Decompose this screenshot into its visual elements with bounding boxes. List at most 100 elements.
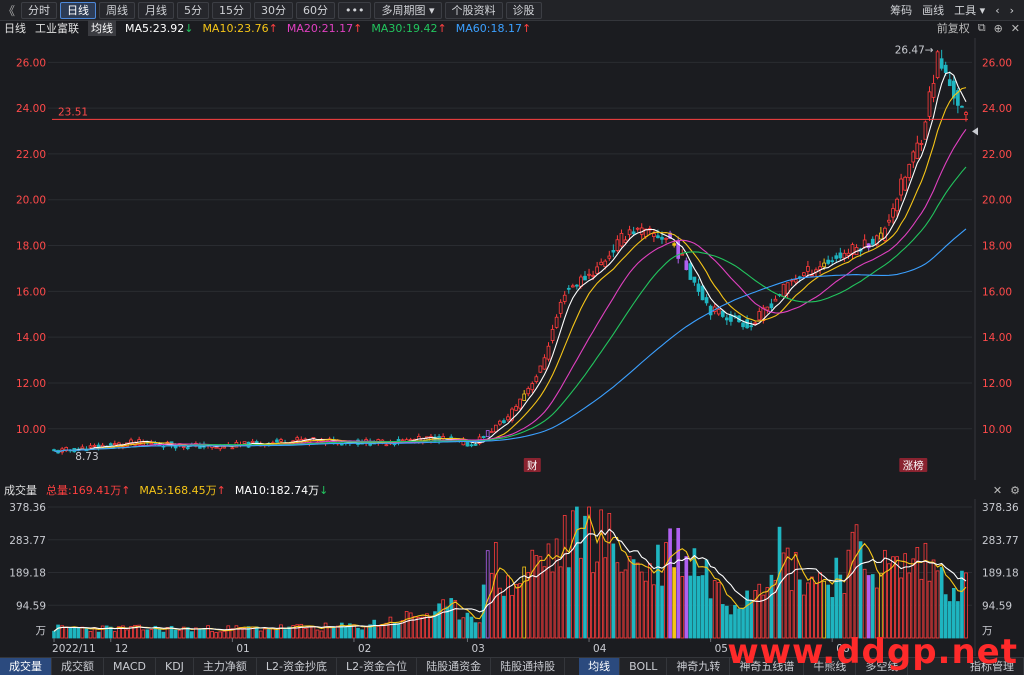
volume-bar [899, 577, 903, 639]
next-icon[interactable]: › [1010, 4, 1014, 17]
period-tab[interactable]: 分时 [21, 1, 57, 19]
period-tab[interactable]: 个股资料 [444, 1, 503, 19]
volume-bar [676, 527, 681, 639]
back-icon[interactable]: 《 [0, 2, 18, 19]
volume-bar [964, 572, 968, 639]
period-tab[interactable]: 30分 [254, 1, 293, 19]
volume-title: 成交量 [4, 484, 37, 497]
candle-body [554, 316, 559, 328]
volume-bar [765, 587, 770, 639]
volume-bar [838, 574, 843, 639]
period-tab[interactable]: 周线 [99, 1, 135, 19]
arrow-up-icon: ↑ [437, 21, 447, 35]
avg-label[interactable]: 均线 [88, 20, 116, 36]
candle-body [498, 420, 502, 425]
volume-bar [104, 625, 109, 639]
candle-body [826, 259, 830, 264]
indicator-tab[interactable]: 均线 [579, 658, 621, 675]
chip-distribution-button[interactable]: 筹码 [890, 2, 912, 18]
volume-ma5-up-icon: ↑ [216, 483, 226, 497]
volume-bar [858, 541, 863, 639]
volume-bar [931, 559, 936, 639]
candle-body [538, 365, 543, 373]
ma-legend-item: MA20:21.17 [286, 21, 354, 35]
period-tab[interactable]: 多周期图 ▾ [374, 1, 442, 19]
candle-body [587, 273, 591, 276]
volume-tick-label-left: 283.77 [9, 535, 46, 547]
volume-bar [554, 538, 559, 639]
candle-body [562, 294, 567, 302]
indicator-tab[interactable]: KDJ [156, 658, 194, 675]
period-tab[interactable]: 诊股 [505, 1, 542, 19]
candle-body [688, 263, 693, 280]
indicator-tab[interactable]: 成交量 [0, 658, 52, 675]
candle-body [943, 64, 948, 74]
volume-bar [648, 563, 652, 639]
prev-icon[interactable]: ‹ [995, 4, 999, 17]
candle-body [631, 231, 636, 235]
volume-bar [198, 628, 202, 639]
price-tick-label-left: 18.00 [16, 241, 46, 253]
period-tab[interactable]: 5分 [177, 1, 209, 19]
draw-line-button[interactable]: 画线 [922, 2, 944, 18]
candle-body [112, 443, 117, 446]
volume-bar [242, 627, 247, 639]
tools-menu-button[interactable]: 工具 ▾ [954, 2, 985, 18]
indicator-tab[interactable]: 神奇九转 [667, 658, 731, 675]
volume-bar [595, 561, 599, 639]
candle-body [222, 446, 227, 449]
period-tab[interactable]: 日线 [60, 1, 96, 19]
volume-bar [283, 629, 287, 639]
volume-close-icon[interactable]: ✕ [993, 484, 1002, 497]
candle-body [781, 283, 786, 297]
volume-bar [214, 632, 218, 639]
indicator-tab[interactable]: 陆股通持股 [491, 658, 566, 675]
x-axis-label: 12 [115, 643, 128, 655]
period-tabs: 分时 日线 周线 月线 5分 15分 30分 60分 ••• 多周期图 ▾ 个股资料 诊股 [18, 1, 542, 19]
volume-bar [457, 619, 462, 639]
volume-bar [745, 590, 749, 639]
volume-bar [84, 628, 89, 639]
volume-tick-label-left: 94.59 [16, 600, 46, 612]
candle-body [939, 58, 944, 69]
volume-bar [315, 629, 320, 639]
candle-body [502, 420, 506, 423]
volume-bar [364, 626, 368, 639]
arrow-up-icon: ↑ [353, 21, 363, 35]
volume-bar [72, 627, 77, 639]
adjust-button[interactable]: 前复权 [937, 20, 970, 36]
period-tab[interactable]: 15分 [212, 1, 251, 19]
volume-bar [793, 552, 798, 639]
candle-body [295, 437, 300, 441]
window-icon[interactable]: ⧉ [978, 21, 986, 35]
candle-body [773, 298, 778, 302]
volume-bar [850, 531, 855, 639]
volume-bar [388, 616, 393, 639]
indicator-tab[interactable]: BOLL [620, 658, 668, 675]
indicator-tab[interactable]: 陆股通资金 [417, 658, 492, 675]
volume-bar [303, 628, 308, 639]
volume-bar [684, 556, 689, 639]
price-tick-label-left: 20.00 [16, 195, 46, 207]
volume-bar [688, 575, 693, 639]
period-tab[interactable]: ••• [338, 1, 372, 19]
period-tab[interactable]: 月线 [138, 1, 174, 19]
volume-settings-icon[interactable]: ⚙ [1010, 484, 1020, 497]
add-icon[interactable]: ⊕ [994, 22, 1003, 35]
volume-bar [879, 572, 883, 639]
indicator-tab[interactable]: L2-资金抄底 [257, 658, 338, 675]
candle-body [534, 376, 539, 382]
indicator-tab[interactable]: 成交额 [52, 658, 104, 675]
indicator-tab[interactable]: MACD [104, 658, 156, 675]
close-icon[interactable]: ✕ [1011, 22, 1020, 35]
indicator-tab[interactable]: L2-资金合位 [337, 658, 418, 675]
period-tab[interactable]: 60分 [296, 1, 335, 19]
candle-body [603, 260, 608, 268]
volume-bar [660, 585, 664, 639]
volume-bar [854, 524, 859, 639]
price-tick-label-right: 16.00 [982, 286, 1012, 298]
volume-bar [639, 571, 644, 639]
price-chart[interactable]: 10.00 10.00 12.00 12.00 14.00 14.00 16.00 16.00… [0, 38, 1024, 480]
indicator-tab[interactable]: 主力净额 [194, 658, 257, 675]
volume-tick-label-right: 94.59 [982, 600, 1012, 612]
